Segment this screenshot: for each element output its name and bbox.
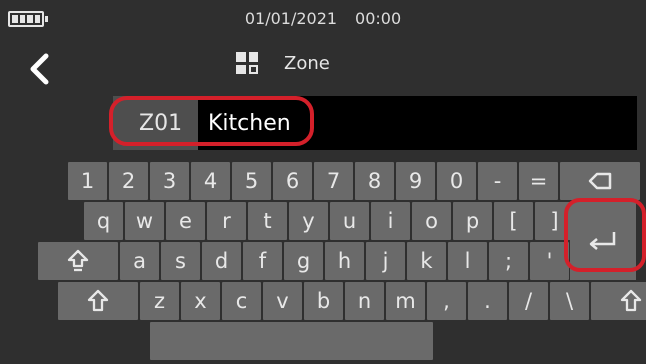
key-c[interactable]: c: [222, 282, 261, 320]
key-8[interactable]: 8: [355, 162, 394, 200]
key-close-bracket[interactable]: ]: [535, 202, 574, 240]
enter-icon: [589, 232, 616, 250]
key-6[interactable]: 6: [273, 162, 312, 200]
shift-key-right[interactable]: [591, 282, 646, 320]
time: 00:00: [355, 9, 402, 28]
key-l[interactable]: l: [448, 242, 487, 280]
status-bar: 01/01/2021 00:00: [0, 0, 646, 36]
key-7[interactable]: 7: [314, 162, 353, 200]
datetime: 01/01/2021 00:00: [0, 9, 646, 28]
screen-title: Zone: [236, 48, 330, 78]
key-q[interactable]: q: [84, 202, 123, 240]
grid-icon: [236, 52, 258, 74]
key-b[interactable]: b: [304, 282, 343, 320]
key-open-bracket[interactable]: [: [494, 202, 533, 240]
key-s[interactable]: s: [161, 242, 200, 280]
zone-name-field[interactable]: Kitchen: [198, 96, 637, 150]
screen-title-text: Zone: [284, 52, 330, 74]
key-i[interactable]: i: [371, 202, 410, 240]
key-e[interactable]: e: [166, 202, 205, 240]
key-v[interactable]: v: [263, 282, 302, 320]
shift-key-left[interactable]: [58, 282, 138, 320]
key-semicolon[interactable]: ;: [489, 242, 528, 280]
date: 01/01/2021: [244, 9, 338, 28]
key-y[interactable]: y: [289, 202, 328, 240]
key-0[interactable]: 0: [437, 162, 476, 200]
key-t[interactable]: t: [248, 202, 287, 240]
caps-lock-icon: [67, 249, 89, 272]
key-2[interactable]: 2: [109, 162, 148, 200]
backspace-key[interactable]: [560, 162, 640, 200]
key-n[interactable]: n: [345, 282, 384, 320]
enter-key[interactable]: [570, 202, 636, 280]
backspace-icon: [588, 172, 612, 190]
key-3[interactable]: 3: [150, 162, 189, 200]
key-j[interactable]: j: [366, 242, 405, 280]
key-f[interactable]: f: [243, 242, 282, 280]
key-slash[interactable]: /: [509, 282, 548, 320]
zone-name-input-row: Z01 Kitchen: [113, 96, 637, 150]
zone-id-label: Z01: [113, 96, 198, 150]
key-g[interactable]: g: [284, 242, 323, 280]
back-button[interactable]: [26, 52, 54, 86]
key-a[interactable]: a: [120, 242, 159, 280]
shift-icon: [620, 289, 642, 312]
shift-icon: [87, 289, 109, 312]
key-minus[interactable]: -: [478, 162, 517, 200]
key-9[interactable]: 9: [396, 162, 435, 200]
space-key[interactable]: [150, 322, 433, 360]
caps-lock-key[interactable]: [38, 242, 118, 280]
key-equals[interactable]: =: [519, 162, 558, 200]
key-apostrophe[interactable]: ': [530, 242, 569, 280]
key-o[interactable]: o: [412, 202, 451, 240]
key-d[interactable]: d: [202, 242, 241, 280]
key-w[interactable]: w: [125, 202, 164, 240]
key-1[interactable]: 1: [68, 162, 107, 200]
key-5[interactable]: 5: [232, 162, 271, 200]
key-r[interactable]: r: [207, 202, 246, 240]
key-u[interactable]: u: [330, 202, 369, 240]
key-backslash[interactable]: \: [550, 282, 589, 320]
key-h[interactable]: h: [325, 242, 364, 280]
key-period[interactable]: .: [468, 282, 507, 320]
key-x[interactable]: x: [181, 282, 220, 320]
key-z[interactable]: z: [140, 282, 179, 320]
key-k[interactable]: k: [407, 242, 446, 280]
key-p[interactable]: p: [453, 202, 492, 240]
key-m[interactable]: m: [386, 282, 425, 320]
chevron-left-icon: [30, 53, 49, 85]
key-comma[interactable]: ,: [427, 282, 466, 320]
key-4[interactable]: 4: [191, 162, 230, 200]
